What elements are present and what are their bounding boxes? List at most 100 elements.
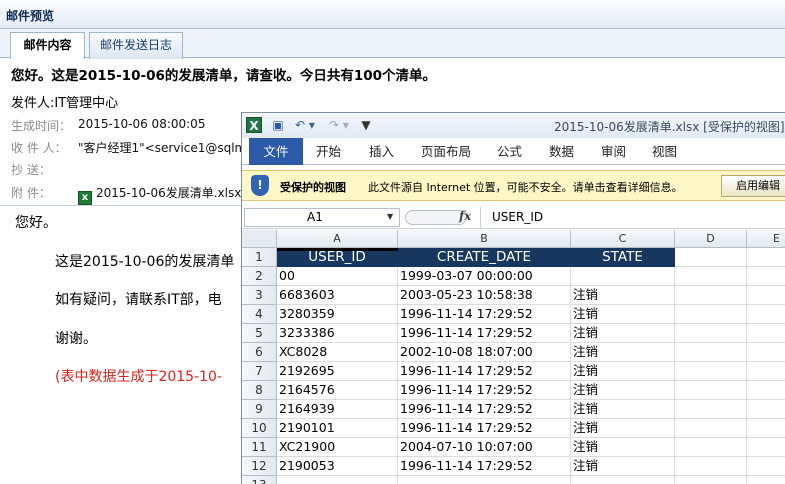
table-cell[interactable]: 1996-11-14 17:29:52	[398, 400, 571, 419]
table-cell[interactable]: 2164939	[277, 400, 398, 419]
table-cell[interactable]: 1996-11-14 17:29:52	[398, 419, 571, 438]
ribbon-tab-home[interactable]: 开始	[316, 138, 341, 165]
ribbon-tab-formulas[interactable]: 公式	[497, 138, 522, 165]
table-cell[interactable]: 注销	[571, 438, 675, 457]
table-cell[interactable]	[675, 286, 747, 305]
table-cell[interactable]: XC8028	[277, 343, 398, 362]
table-cell[interactable]	[675, 476, 747, 484]
table-cell[interactable]	[747, 438, 785, 457]
column-header-c[interactable]: C	[571, 230, 675, 248]
table-cell[interactable]: 2004-07-10 10:07:00	[398, 438, 571, 457]
table-cell[interactable]	[747, 476, 785, 484]
table-cell[interactable]: 2003-05-23 10:58:38	[398, 286, 571, 305]
table-cell[interactable]	[747, 324, 785, 343]
ribbon-tab-page-layout[interactable]: 页面布局	[421, 138, 471, 165]
enable-editing-button[interactable]: 启用编辑	[721, 175, 785, 197]
chevron-down-icon[interactable]: ▼	[387, 212, 393, 221]
table-cell[interactable]	[675, 324, 747, 343]
table-cell[interactable]: 注销	[571, 419, 675, 438]
table-cell[interactable]: 2190101	[277, 419, 398, 438]
attachment-link[interactable]: x 2015-10-06发展清单.xlsx	[78, 184, 241, 205]
table-cell[interactable]: 1996-11-14 17:29:52	[398, 457, 571, 476]
ribbon-tab-review[interactable]: 审阅	[601, 138, 626, 165]
row-header[interactable]: 1	[242, 248, 277, 267]
column-header-e[interactable]: E	[747, 230, 785, 248]
ribbon-tab-view[interactable]: 视图	[652, 138, 677, 165]
table-cell[interactable]: 6683603	[277, 286, 398, 305]
row-header[interactable]: 2	[242, 267, 277, 286]
row-header[interactable]: 7	[242, 362, 277, 381]
table-cell[interactable]	[747, 267, 785, 286]
table-cell[interactable]: 1996-11-14 17:29:52	[398, 324, 571, 343]
table-cell[interactable]: 2192695	[277, 362, 398, 381]
table-cell[interactable]	[675, 362, 747, 381]
table-cell[interactable]	[675, 457, 747, 476]
table-cell[interactable]	[571, 476, 675, 484]
table-cell[interactable]: 3233386	[277, 324, 398, 343]
table-cell[interactable]	[747, 400, 785, 419]
table-cell[interactable]: 注销	[571, 286, 675, 305]
table-cell[interactable]: 1996-11-14 17:29:52	[398, 381, 571, 400]
table-cell[interactable]: 注销	[571, 457, 675, 476]
insert-function-icon[interactable]: fx	[459, 209, 471, 223]
row-header[interactable]: 10	[242, 419, 277, 438]
row-header[interactable]: 8	[242, 381, 277, 400]
table-cell[interactable]	[675, 381, 747, 400]
protected-view-message[interactable]: 此文件源自 Internet 位置，可能不安全。请单击查看详细信息。	[368, 179, 683, 195]
table-cell[interactable]	[747, 305, 785, 324]
customize-toolbar-icon[interactable]: ▼	[360, 117, 372, 133]
table-cell[interactable]: 注销	[571, 324, 675, 343]
tab-send-log[interactable]: 邮件发送日志	[89, 32, 183, 59]
table-cell[interactable]	[747, 286, 785, 305]
table-cell[interactable]: 注销	[571, 381, 675, 400]
table-cell[interactable]: 00	[277, 267, 398, 286]
name-box[interactable]: A1	[244, 208, 400, 227]
table-cell[interactable]: 注销	[571, 305, 675, 324]
table-cell[interactable]	[747, 248, 785, 267]
table-cell[interactable]	[675, 305, 747, 324]
ribbon-tab-file[interactable]: 文件	[249, 138, 303, 165]
excel-logo-icon[interactable]: X	[246, 117, 262, 133]
row-header[interactable]: 4	[242, 305, 277, 324]
table-cell[interactable]: 注销	[571, 362, 675, 381]
table-cell[interactable]	[747, 381, 785, 400]
table-cell[interactable]: 2190053	[277, 457, 398, 476]
table-cell[interactable]: 1996-11-14 17:29:52	[398, 362, 571, 381]
table-cell[interactable]: 1996-11-14 17:29:52	[398, 305, 571, 324]
formula-input[interactable]: USER_ID	[480, 207, 785, 228]
row-header[interactable]: 3	[242, 286, 277, 305]
column-header-a[interactable]: A	[277, 230, 398, 248]
select-all-corner[interactable]	[242, 230, 277, 248]
column-header-b[interactable]: B	[398, 230, 571, 248]
table-cell[interactable]	[571, 267, 675, 286]
ribbon-tab-insert[interactable]: 插入	[369, 138, 394, 165]
redo-icon[interactable]: ↷ ▾	[326, 117, 352, 133]
undo-icon[interactable]: ↶ ▾	[292, 117, 318, 133]
table-cell[interactable]	[675, 419, 747, 438]
column-header-d[interactable]: D	[675, 230, 747, 248]
table-cell[interactable]: 1999-03-07 00:00:00	[398, 267, 571, 286]
row-header[interactable]: 11	[242, 438, 277, 457]
header-cell[interactable]: CREATE_DATE	[398, 248, 571, 267]
table-cell[interactable]	[675, 248, 747, 267]
table-cell[interactable]	[747, 419, 785, 438]
row-header[interactable]: 13	[242, 476, 277, 484]
table-cell[interactable]: 2164576	[277, 381, 398, 400]
table-cell[interactable]	[675, 438, 747, 457]
row-header[interactable]: 5	[242, 324, 277, 343]
table-cell[interactable]: 注销	[571, 400, 675, 419]
row-header[interactable]: 9	[242, 400, 277, 419]
table-cell[interactable]	[398, 476, 571, 484]
table-cell[interactable]: 2002-10-08 18:07:00	[398, 343, 571, 362]
formula-bar-divider-handle[interactable]	[405, 210, 467, 225]
ribbon-tab-data[interactable]: 数据	[549, 138, 574, 165]
table-cell[interactable]: XC21900	[277, 438, 398, 457]
table-cell[interactable]: 注销	[571, 343, 675, 362]
table-cell[interactable]	[675, 343, 747, 362]
table-cell[interactable]	[277, 476, 398, 484]
table-cell[interactable]	[747, 343, 785, 362]
table-cell[interactable]	[675, 400, 747, 419]
row-header[interactable]: 6	[242, 343, 277, 362]
table-cell[interactable]: 3280359	[277, 305, 398, 324]
tab-mail-content[interactable]: 邮件内容	[10, 32, 85, 59]
